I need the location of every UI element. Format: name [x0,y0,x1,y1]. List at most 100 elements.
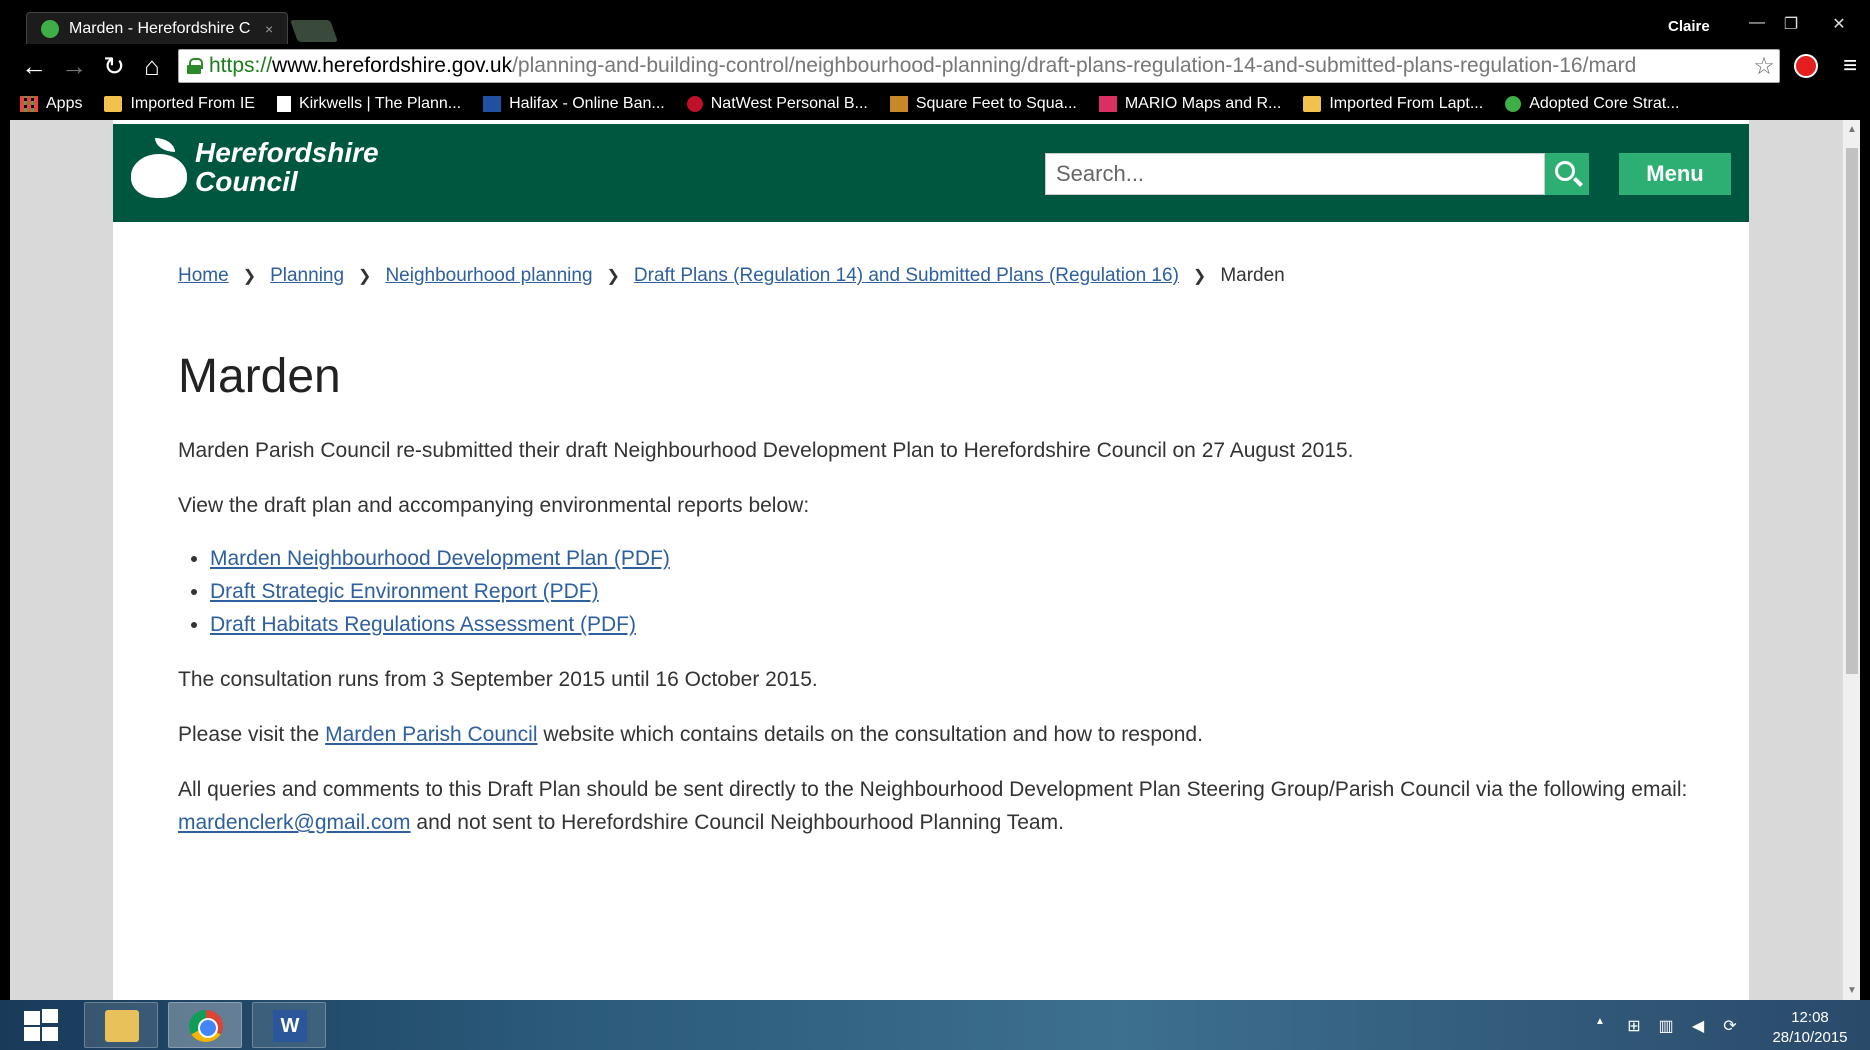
main-content: Home ❯ Planning ❯ Neighbourhood planning… [178,265,1698,839]
profile-name[interactable]: Claire [1668,18,1710,35]
browser-viewport: Herefordshire Council Menu Home ❯ Planni… [10,120,1860,1000]
lock-icon [187,58,203,74]
breadcrumb-separator-icon: ❯ [606,268,620,285]
word-icon: W [273,1010,307,1042]
breadcrumb-current: Marden [1220,265,1285,286]
browser-tab-active[interactable]: Marden - Herefordshire C × [26,12,288,44]
extension-icon[interactable] [1794,54,1818,78]
breadcrumb-planning[interactable]: Planning [270,265,344,287]
tray-sync-icon[interactable]: ⟳ [1720,1016,1740,1035]
taskbar-chrome[interactable] [168,1002,242,1048]
search-input[interactable] [1045,153,1545,195]
bookmark-natwest[interactable]: NatWest Personal B... [686,95,868,113]
chrome-icon [189,1010,223,1042]
email-link[interactable]: mardenclerk@gmail.com [178,811,411,834]
council-logo[interactable]: Herefordshire Council [131,137,379,198]
close-window-icon[interactable]: ✕ [1826,14,1852,34]
queries-paragraph: All queries and comments to this Draft P… [178,778,1688,834]
apple-favicon-icon [41,19,59,38]
start-button[interactable] [20,1006,66,1046]
web-page: Herefordshire Council Menu Home ❯ Planni… [113,120,1749,1000]
back-icon[interactable]: ← [18,50,50,82]
scroll-down-icon[interactable]: ▼ [1843,985,1860,996]
new-tab-button[interactable] [289,20,339,42]
apps-icon [20,96,38,112]
breadcrumb-draft-plans[interactable]: Draft Plans (Regulation 14) and Submitte… [634,265,1179,287]
logo-text-line2: Council [195,166,298,197]
file-explorer-icon [105,1010,139,1042]
natwest-icon [686,96,703,112]
bookmark-star-icon[interactable]: ☆ [1749,52,1779,82]
bookmark-halifax[interactable]: Halifax - Online Ban... [483,95,665,113]
tab-title: Marden - Herefordshire C [69,19,251,37]
breadcrumb-separator-icon: ❯ [242,268,257,285]
search-icon [1555,161,1575,181]
search-button[interactable] [1545,153,1589,195]
consultation-paragraph: The consultation runs from 3 September 2… [178,668,818,691]
tray-network-icon[interactable]: ▥ [1656,1016,1676,1035]
document-links-list: Marden Neighbourhood Development Plan (P… [178,542,1698,641]
breadcrumb-neighbourhood-planning[interactable]: Neighbourhood planning [385,265,592,287]
bookmark-adopted-core[interactable]: Adopted Core Strat... [1505,95,1680,113]
url-scheme: https:// [209,54,273,77]
page-title: Marden [178,350,341,403]
folder-icon [1303,96,1322,112]
sqft-icon [889,96,908,112]
breadcrumb: Home ❯ Planning ❯ Neighbourhood planning… [178,265,1698,287]
visit-paragraph: Please visit the Marden Parish Council w… [178,723,1203,746]
site-header: Herefordshire Council Menu [113,124,1749,222]
browser-titlebar: Marden - Herefordshire C × Claire — ❐ ✕ [0,8,1870,44]
bookmark-mario[interactable]: MARIO Maps and R... [1098,95,1281,113]
taskbar-clock[interactable]: 12:08 28/10/2015 [1760,1008,1860,1048]
bookmarks-bar: Apps Imported From IE Kirkwells | The Pl… [0,88,1870,120]
home-icon[interactable]: ⌂ [136,50,168,82]
link-ndp-pdf[interactable]: Marden Neighbourhood Development Plan (P… [210,547,670,570]
bookmark-kirkwells[interactable]: Kirkwells | The Plann... [276,95,461,113]
taskbar-explorer[interactable] [84,1002,158,1048]
tray-volume-icon[interactable]: ◀ [1688,1016,1708,1035]
page-icon [276,96,291,112]
address-bar[interactable]: https:// www.herefordshire.gov.uk /plann… [178,49,1780,83]
forward-icon[interactable]: → [58,50,90,82]
taskbar-word[interactable]: W [252,1002,326,1048]
list-item: Marden Neighbourhood Development Plan (P… [210,542,1698,575]
menu-button[interactable]: Menu [1619,153,1731,195]
parish-council-link[interactable]: Marden Parish Council [325,723,537,746]
folder-icon [104,96,123,112]
list-item: Draft Habitats Regulations Assessment (P… [210,608,1698,641]
tray-windows-icon[interactable]: ⊞ [1624,1016,1644,1035]
link-ser-pdf[interactable]: Draft Strategic Environment Report (PDF) [210,580,599,603]
chrome-menu-icon[interactable]: ≡ [1838,52,1862,80]
breadcrumb-home[interactable]: Home [178,265,229,287]
link-hra-pdf[interactable]: Draft Habitats Regulations Assessment (P… [210,613,636,636]
intro-paragraph: Marden Parish Council re-submitted their… [178,439,1354,462]
mario-icon [1098,96,1117,112]
url-path: /planning-and-building-control/neighbour… [512,54,1637,77]
logo-text-line1: Herefordshire [195,137,379,168]
restore-icon[interactable]: ❐ [1778,14,1804,34]
tab-close-icon[interactable]: × [265,21,273,37]
bookmark-apps[interactable]: Apps [20,95,82,113]
apple-logo-icon [131,138,187,198]
scroll-thumb[interactable] [1846,148,1858,674]
taskbar: W ▲ ⊞ ▥ ◀ ⟳ 12:08 28/10/2015 [0,1000,1870,1050]
breadcrumb-separator-icon: ❯ [1192,268,1207,285]
bookmark-square-feet[interactable]: Square Feet to Squa... [889,95,1077,113]
list-item: Draft Strategic Environment Report (PDF) [210,575,1698,608]
url-host: www.herefordshire.gov.uk [272,54,513,77]
scroll-up-icon[interactable]: ▲ [1843,124,1860,135]
reload-icon[interactable]: ↻ [98,50,130,82]
tray-expand-icon[interactable]: ▲ [1590,1016,1610,1034]
breadcrumb-separator-icon: ❯ [358,268,372,285]
browser-toolbar: ← → ↻ ⌂ https:// www.herefordshire.gov.u… [0,44,1870,88]
apple-icon [1505,96,1522,112]
clock-date: 28/10/2015 [1772,1029,1848,1046]
bookmark-imported-laptop[interactable]: Imported From Lapt... [1303,95,1483,113]
minimize-icon[interactable]: — [1744,14,1770,32]
clock-time: 12:08 [1791,1009,1829,1026]
view-paragraph: View the draft plan and accompanying env… [178,494,810,517]
halifax-icon [483,96,502,112]
page-scrollbar[interactable]: ▲ ▼ [1842,120,1860,1000]
bookmark-imported-ie[interactable]: Imported From IE [104,95,255,113]
screen: Marden - Herefordshire C × Claire — ❐ ✕ … [0,0,1870,1050]
